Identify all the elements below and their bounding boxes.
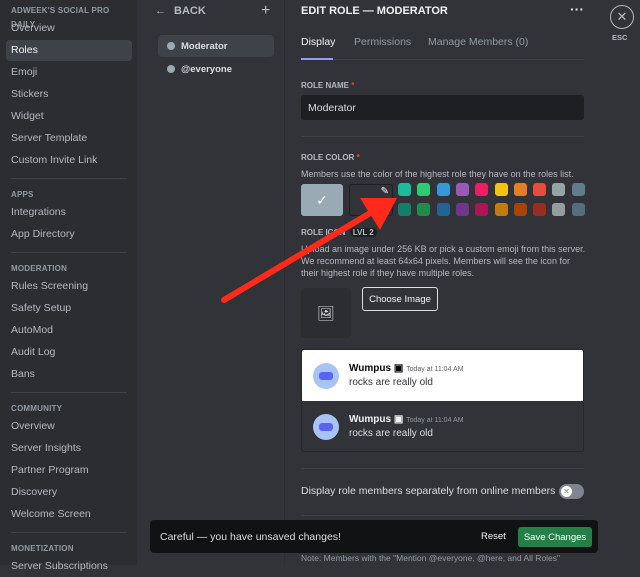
- arrow-shaft: [221, 209, 375, 303]
- annotation-arrow: [221, 198, 397, 303]
